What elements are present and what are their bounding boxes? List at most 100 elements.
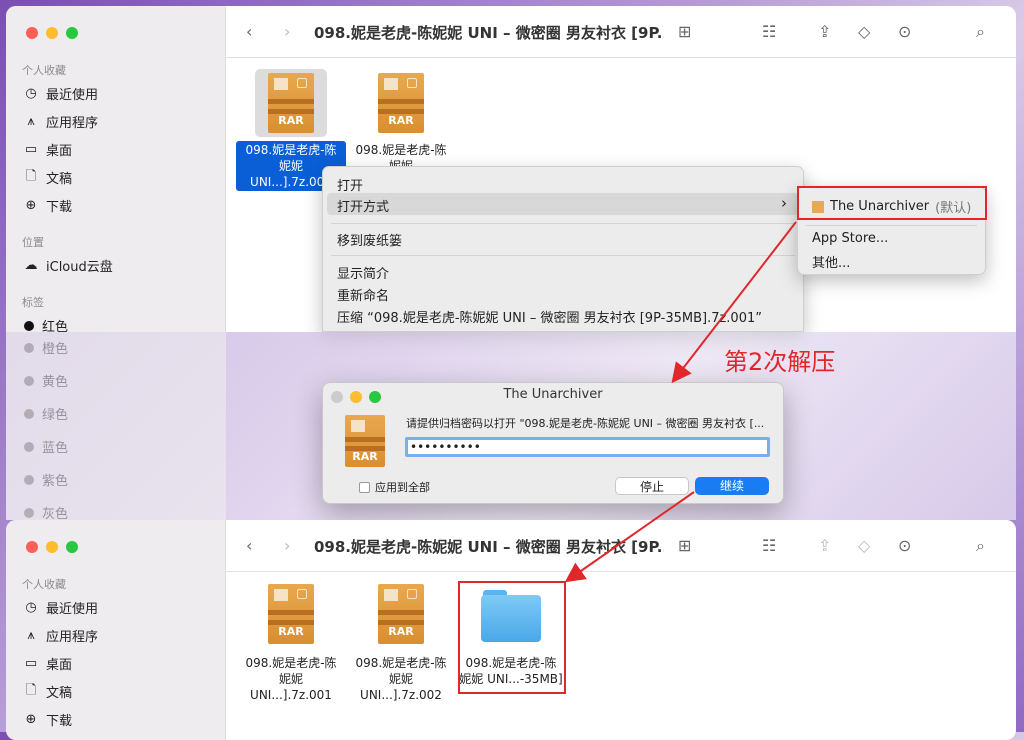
sidebar-item-icloud[interactable]: ☁ iCloud云盘 — [24, 256, 113, 275]
sidebar-item-label: 最近使用 — [46, 602, 99, 617]
minimize-button[interactable] — [46, 27, 58, 39]
tag-dot-icon — [24, 375, 34, 386]
apps-icon: ⩚ — [27, 628, 35, 643]
apply-all-checkbox[interactable]: 应用到全部 — [359, 479, 430, 495]
continue-button[interactable]: 继续 — [695, 477, 769, 495]
file-item-7z-002[interactable]: RAR 098.妮是老虎-陈妮妮 UNI...].7z.002 — [346, 584, 456, 704]
password-field[interactable]: •••••••••• — [405, 437, 770, 457]
sidebar-item-label: 文稿 — [46, 686, 73, 701]
tag-label: 黄色 — [42, 375, 69, 390]
window-title: 098.妮是老虎-陈妮妮 UNI – 微密圈 男友衬衣 [9P... — [314, 24, 664, 42]
tag-icon[interactable]: ◇ — [858, 22, 870, 41]
zoom-button[interactable] — [66, 541, 78, 553]
close-button[interactable] — [26, 27, 38, 39]
submenu-item-app-store[interactable]: App Store... — [812, 231, 888, 246]
traffic-lights — [26, 27, 78, 39]
sidebar-item-tag-orange[interactable]: 橙色 — [24, 338, 68, 357]
sidebar-item-label: 应用程序 — [46, 630, 99, 645]
rar-tag — [274, 589, 288, 601]
sidebar-item-documents[interactable]: 🗋 文稿 — [24, 168, 72, 188]
file-icon-wrap: RAR — [255, 69, 327, 137]
tag-label: 蓝色 — [42, 441, 69, 456]
forward-icon[interactable]: › — [284, 536, 290, 555]
highlight-box — [797, 186, 987, 220]
more-icon[interactable]: ⊙ — [898, 22, 911, 41]
sidebar-item-tag-purple[interactable]: 紫色 — [24, 470, 68, 489]
sidebar-item-desktop[interactable]: ▭ 桌面 — [24, 140, 72, 159]
file-name-line: 098.妮是老虎-陈 — [245, 656, 337, 670]
menu-item-rename[interactable]: 重新命名 — [337, 285, 389, 304]
menu-item-open-with[interactable]: 打开方式 › — [327, 193, 799, 215]
sidebar-item-recents[interactable]: ◷ 最近使用 — [24, 84, 98, 103]
back-icon[interactable]: ‹ — [246, 536, 252, 555]
menu-item-open[interactable]: 打开 — [337, 175, 363, 194]
file-icon-wrap: RAR — [346, 69, 456, 137]
dialog-prompt: 请提供归档密码以打开 "098.妮是老虎-陈妮妮 UNI – 微密圈 男友衬衣 … — [406, 417, 765, 430]
view-grid-icon[interactable]: ⊞ — [678, 536, 691, 555]
download-icon: ⊕ — [25, 712, 37, 727]
rar-label: RAR — [388, 114, 414, 127]
traffic-lights — [26, 541, 78, 553]
forward-icon[interactable]: › — [284, 22, 290, 41]
tag-dot-icon — [24, 441, 34, 452]
tag-icon[interactable]: ◇ — [858, 536, 870, 555]
menu-item-compress[interactable]: 压缩 “098.妮是老虎-陈妮妮 UNI – 微密圈 男友衬衣 [9P-35MB… — [337, 307, 762, 326]
file-name-line: 妮妮 UNI...].7z.002 — [360, 672, 442, 702]
sidebar-item-downloads[interactable]: ⊕ 下载 — [24, 710, 72, 729]
share-icon[interactable]: ⇪ — [818, 536, 831, 555]
tag-label: 橙色 — [42, 342, 69, 357]
sidebar-item-applications[interactable]: ⩚ 应用程序 — [24, 626, 98, 645]
rar-label: RAR — [278, 114, 304, 127]
tag-dot-icon — [24, 507, 34, 518]
apps-icon: ⩚ — [27, 114, 35, 129]
tag-dot-icon — [24, 408, 34, 419]
close-button[interactable] — [26, 541, 38, 553]
sidebar-item-desktop[interactable]: ▭ 桌面 — [24, 654, 72, 673]
submenu-item-other[interactable]: 其他... — [812, 252, 850, 271]
sidebar-item-downloads[interactable]: ⊕ 下载 — [24, 196, 72, 215]
download-icon: ⊕ — [25, 198, 37, 213]
sidebar-item-tag-blue[interactable]: 蓝色 — [24, 437, 68, 456]
sidebar-item-tag-green[interactable]: 绿色 — [24, 404, 68, 423]
clock-icon: ◷ — [25, 86, 37, 101]
sidebar: 个人收藏 ◷ 最近使用 ⩚ 应用程序 ▭ 桌面 🗋 文稿 ⊕ 下载 — [6, 520, 226, 740]
highlight-box — [458, 581, 566, 694]
sidebar-item-applications[interactable]: ⩚ 应用程序 — [24, 112, 98, 131]
group-icon[interactable]: ☷ — [762, 22, 776, 41]
minimize-button[interactable] — [46, 541, 58, 553]
search-icon[interactable]: ⌕ — [976, 22, 985, 42]
sidebar-item-tag-yellow[interactable]: 黄色 — [24, 371, 68, 390]
sidebar-item-tag-red[interactable]: 红色 — [24, 316, 68, 332]
back-icon[interactable]: ‹ — [246, 22, 252, 41]
rar-band — [378, 99, 424, 104]
chevron-right-icon: › — [781, 194, 787, 212]
sidebar-item-label: 下载 — [46, 714, 73, 729]
file-item-7z-001[interactable]: RAR 098.妮是老虎-陈 妮妮 UNI...].7z.001 — [236, 584, 346, 704]
view-grid-icon[interactable]: ⊞ — [678, 22, 691, 41]
share-icon[interactable]: ⇪ — [818, 22, 831, 41]
rar-tag — [384, 589, 398, 601]
search-icon[interactable]: ⌕ — [976, 536, 985, 556]
window-title: 098.妮是老虎-陈妮妮 UNI – 微密圈 男友衬衣 [9P... — [314, 538, 664, 556]
rar-tag — [407, 589, 417, 599]
toolbar: ‹ › 098.妮是老虎-陈妮妮 UNI – 微密圈 男友衬衣 [9P... ⊞… — [226, 520, 1016, 572]
zoom-button[interactable] — [66, 27, 78, 39]
rar-band — [345, 437, 385, 442]
more-icon[interactable]: ⊙ — [898, 536, 911, 555]
favorites-header: 个人收藏 — [22, 64, 66, 77]
file-name-line: 妮妮 UNI...].7z.001 — [250, 672, 332, 702]
faded-tag-list: 橙色 黄色 绿色 蓝色 紫色 灰色 — [24, 338, 68, 536]
rar-tag — [407, 78, 417, 88]
menu-item-trash[interactable]: 移到废纸篓 — [337, 230, 402, 249]
clock-icon: ◷ — [25, 600, 37, 615]
tag-dot-icon — [24, 320, 34, 331]
context-menu: 打开 打开方式 › 移到废纸篓 显示简介 重新命名 压缩 “098.妮是老虎-陈… — [322, 166, 804, 332]
group-icon[interactable]: ☷ — [762, 536, 776, 555]
menu-separator — [331, 223, 795, 224]
sidebar-item-recents[interactable]: ◷ 最近使用 — [24, 598, 98, 617]
menu-item-get-info[interactable]: 显示简介 — [337, 263, 389, 282]
sidebar-item-documents[interactable]: 🗋 文稿 — [24, 682, 73, 702]
rar-band — [268, 99, 314, 104]
password-dialog: The Unarchiver RAR 请提供归档密码以打开 "098.妮是老虎-… — [322, 382, 784, 504]
stop-button[interactable]: 停止 — [615, 477, 689, 495]
